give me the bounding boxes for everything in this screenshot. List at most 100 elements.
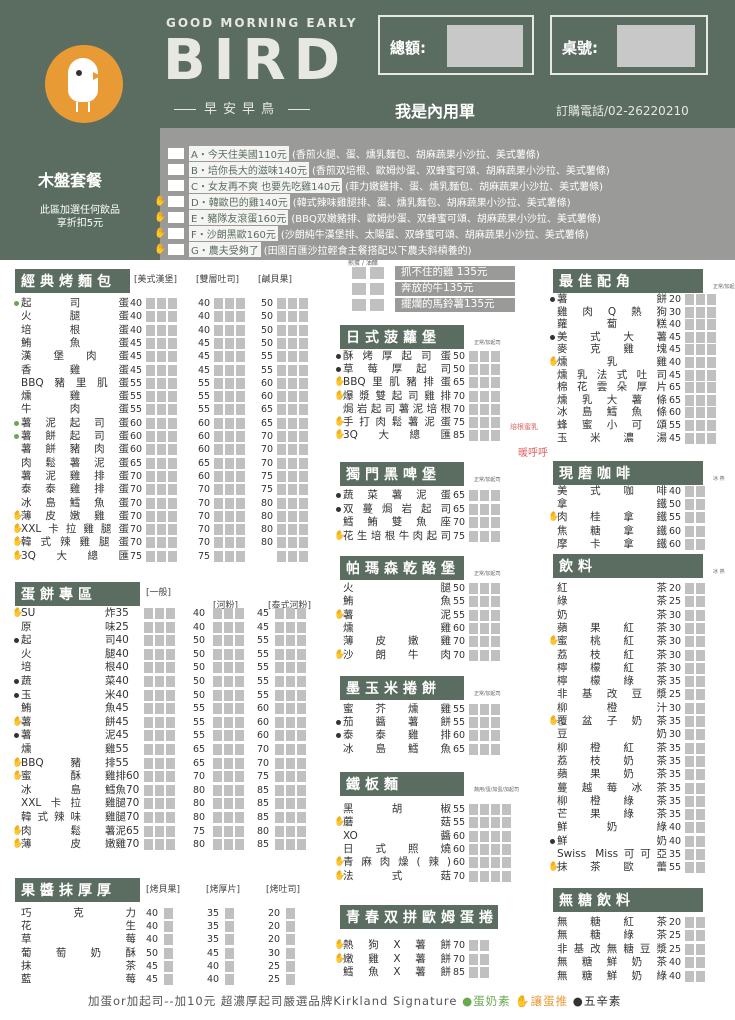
best-order-box[interactable] <box>685 382 694 394</box>
egg-order-box[interactable] <box>166 648 175 660</box>
toast-order-box[interactable] <box>168 391 177 403</box>
toast-order-box[interactable] <box>288 537 297 549</box>
sugar-order-box[interactable] <box>696 970 705 982</box>
drink-order-box[interactable] <box>696 689 705 701</box>
egg-order-box[interactable] <box>166 621 175 633</box>
toast-order-box[interactable] <box>299 377 308 389</box>
egg-order-box[interactable] <box>144 825 153 837</box>
toast-order-box[interactable] <box>288 431 297 442</box>
jp-order-box[interactable] <box>491 430 500 442</box>
egg-order-box[interactable] <box>224 608 233 619</box>
toast-order-box[interactable] <box>299 497 308 509</box>
jp-order-box[interactable] <box>480 390 489 402</box>
youth-order-box[interactable] <box>480 967 489 978</box>
beer-order-box[interactable] <box>480 517 489 528</box>
egg-order-box[interactable] <box>213 621 222 633</box>
toast-order-box[interactable] <box>157 524 166 536</box>
toast-order-box[interactable] <box>225 324 234 336</box>
best-order-box[interactable] <box>707 357 716 368</box>
coffee-order-box[interactable] <box>696 538 705 550</box>
toast-order-box[interactable] <box>157 444 166 456</box>
iron-order-box[interactable] <box>480 830 489 842</box>
panini-order-box[interactable] <box>469 636 478 648</box>
egg-order-box[interactable] <box>235 635 244 647</box>
egg-order-box[interactable] <box>297 703 306 715</box>
toast-order-box[interactable] <box>299 391 308 403</box>
egg-order-box[interactable] <box>224 730 233 742</box>
toast-order-box[interactable] <box>236 364 245 376</box>
jp-order-box[interactable] <box>491 390 500 402</box>
toast-order-box[interactable] <box>236 550 245 562</box>
toast-order-box[interactable] <box>225 550 234 562</box>
iron-order-box[interactable] <box>502 817 511 829</box>
toast-order-box[interactable] <box>288 351 297 363</box>
mex-order-box[interactable] <box>480 730 489 742</box>
egg-order-box[interactable] <box>155 784 164 796</box>
toast-order-box[interactable] <box>168 550 177 562</box>
beer-order-box[interactable] <box>491 490 500 501</box>
toast-order-box[interactable] <box>168 524 177 536</box>
sugar-order-box[interactable] <box>685 943 694 955</box>
egg-order-box[interactable] <box>235 812 244 823</box>
toast-order-box[interactable] <box>157 404 166 416</box>
toast-order-box[interactable] <box>299 444 308 456</box>
toast-order-box[interactable] <box>277 351 286 363</box>
best-order-box[interactable] <box>685 420 694 431</box>
egg-order-box[interactable] <box>213 689 222 701</box>
panini-order-box[interactable] <box>480 583 489 594</box>
jam-order-box[interactable] <box>286 934 295 946</box>
toast-order-box[interactable] <box>277 510 286 522</box>
toast-order-box[interactable] <box>236 377 245 389</box>
drink-order-box[interactable] <box>685 622 694 634</box>
drink-order-box[interactable] <box>685 809 694 821</box>
iron-order-box[interactable] <box>480 870 489 882</box>
best-order-box[interactable] <box>696 319 705 331</box>
egg-order-box[interactable] <box>155 621 164 633</box>
egg-order-box[interactable] <box>297 812 306 823</box>
mex-order-box[interactable] <box>491 743 500 755</box>
farmer-option-box[interactable] <box>352 267 366 279</box>
egg-order-box[interactable] <box>166 771 175 783</box>
drink-order-box[interactable] <box>696 583 705 594</box>
egg-order-box[interactable] <box>144 608 153 619</box>
toast-order-box[interactable] <box>299 524 308 536</box>
drink-order-box[interactable] <box>685 742 694 754</box>
toast-order-box[interactable] <box>288 484 297 496</box>
egg-order-box[interactable] <box>286 825 295 837</box>
toast-order-box[interactable] <box>146 351 155 363</box>
egg-order-box[interactable] <box>213 812 222 823</box>
egg-order-box[interactable] <box>286 648 295 660</box>
egg-order-box[interactable] <box>286 744 295 755</box>
drink-order-box[interactable] <box>685 596 694 608</box>
jam-order-box[interactable] <box>225 934 234 946</box>
best-order-box[interactable] <box>696 331 705 343</box>
beer-order-box[interactable] <box>480 530 489 542</box>
toast-order-box[interactable] <box>214 324 223 336</box>
drink-order-box[interactable] <box>685 795 694 807</box>
egg-order-box[interactable] <box>275 703 284 715</box>
egg-order-box[interactable] <box>275 757 284 769</box>
toast-order-box[interactable] <box>236 457 245 469</box>
toast-order-box[interactable] <box>288 391 297 403</box>
toast-order-box[interactable] <box>214 470 223 482</box>
iron-order-box[interactable] <box>502 857 511 869</box>
drink-order-box[interactable] <box>696 862 705 874</box>
egg-order-box[interactable] <box>166 703 175 715</box>
egg-order-box[interactable] <box>297 662 306 674</box>
jp-order-box[interactable] <box>480 377 489 389</box>
coffee-order-box[interactable] <box>696 512 705 524</box>
drink-order-box[interactable] <box>685 636 694 648</box>
egg-order-box[interactable] <box>144 621 153 633</box>
egg-order-box[interactable] <box>235 730 244 742</box>
mex-order-box[interactable] <box>480 743 489 755</box>
toast-order-box[interactable] <box>157 431 166 442</box>
toast-order-box[interactable] <box>214 337 223 349</box>
sugar-order-box[interactable] <box>685 970 694 982</box>
toast-order-box[interactable] <box>299 298 308 309</box>
egg-order-box[interactable] <box>213 744 222 755</box>
toast-order-box[interactable] <box>168 377 177 389</box>
table-field[interactable] <box>617 25 695 67</box>
egg-order-box[interactable] <box>166 757 175 769</box>
beer-order-box[interactable] <box>469 517 478 528</box>
jp-order-box[interactable] <box>469 417 478 428</box>
